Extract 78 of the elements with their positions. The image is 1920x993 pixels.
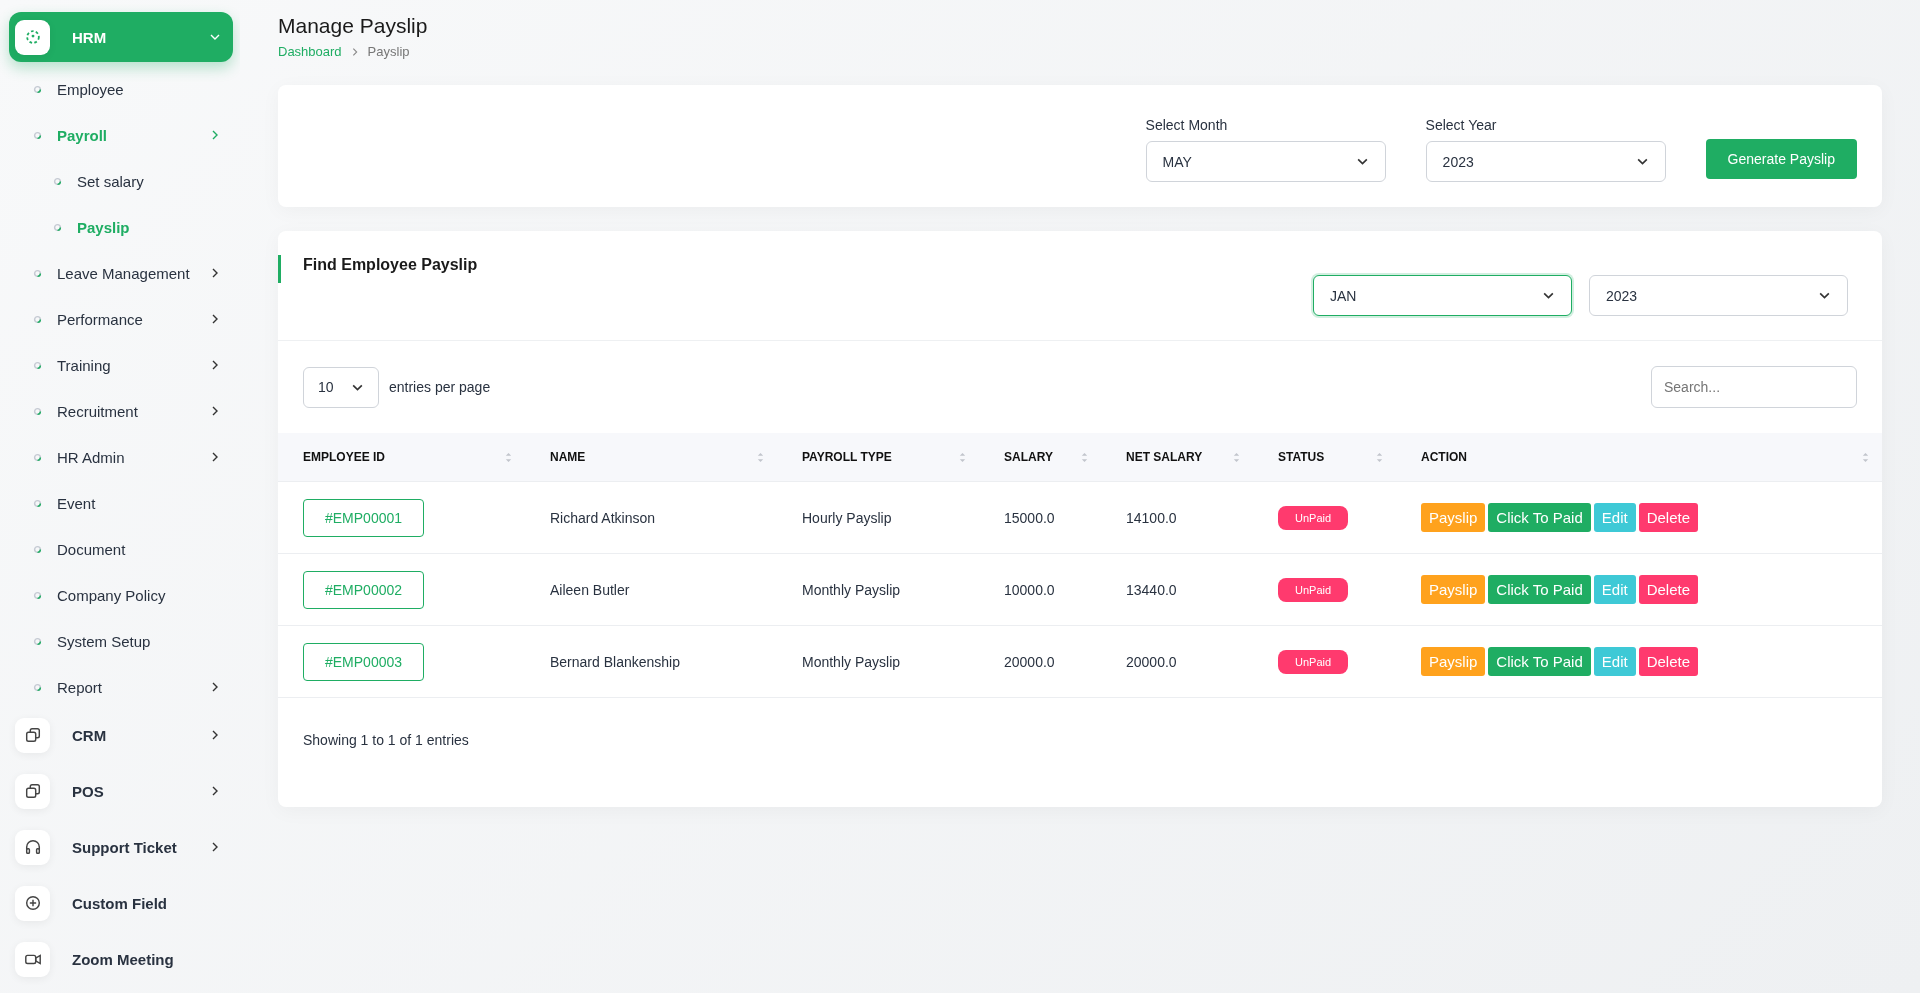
bullet-icon	[53, 222, 62, 232]
bullet-icon	[33, 406, 42, 416]
layers-icon	[23, 782, 42, 800]
month-select[interactable]: MAY	[1145, 141, 1386, 182]
sort-icon	[1232, 450, 1241, 464]
sidebar-item[interactable]: Company Policy	[9, 572, 221, 618]
table-cell: Aileen Butler	[525, 553, 777, 626]
card-title: Find Employee Payslip	[278, 255, 478, 283]
sort-icon	[958, 450, 967, 464]
bullet-icon	[33, 636, 42, 646]
status-badge: UnPaid	[1278, 577, 1349, 602]
entries-select[interactable]: 10	[303, 366, 379, 408]
breadcrumb-current: Payslip	[367, 44, 410, 59]
bullet-icon	[33, 544, 42, 554]
table-cell: 13440.0	[1101, 553, 1253, 626]
table-cell: Monthly Payslip	[777, 553, 979, 626]
sort-icon	[1375, 450, 1384, 464]
table-cell: 10000.0	[979, 553, 1101, 626]
plus-circle-icon	[23, 894, 42, 912]
sidebar-module[interactable]: Zoom Meeting	[9, 934, 233, 984]
sidebar-item[interactable]: Training	[9, 342, 221, 388]
bullet-icon	[33, 452, 42, 462]
bullet-icon	[33, 84, 42, 94]
column-header[interactable]: STATUS	[1253, 433, 1396, 482]
sidebar-item[interactable]: Set salary	[9, 158, 221, 204]
entries-info: Showing 1 to 1 of 1 entries	[302, 731, 470, 748]
layers-icon	[23, 726, 42, 744]
sidebar-item[interactable]: Leave Management	[9, 250, 221, 296]
dashed-circle-icon	[23, 28, 42, 46]
sort-icon	[756, 450, 765, 464]
sidebar-module[interactable]: CRM	[9, 710, 233, 760]
bullet-icon	[33, 590, 42, 600]
column-header[interactable]: NAME	[525, 433, 777, 482]
sidebar-module[interactable]: Custom Field	[9, 878, 233, 928]
bullet-icon	[33, 268, 42, 278]
sidebar-item[interactable]: Recruitment	[9, 388, 221, 434]
bullet-icon	[53, 176, 62, 186]
search-field[interactable]: Search...	[1651, 366, 1857, 408]
sort-icon	[504, 450, 513, 464]
table-cell: 14100.0	[1101, 481, 1253, 554]
bullet-icon	[33, 682, 42, 692]
year-select[interactable]: 2023	[1425, 141, 1666, 182]
status-badge: UnPaid	[1278, 649, 1349, 674]
sidebar-module[interactable]: POS	[9, 766, 233, 816]
status-badge: UnPaid	[1278, 505, 1349, 530]
filter-select[interactable]: 2023	[1589, 275, 1848, 316]
column-header[interactable]: ACTION	[1396, 433, 1882, 482]
filter-select[interactable]: JAN	[1313, 275, 1572, 316]
column-header[interactable]: PAYROLL TYPE	[777, 433, 979, 482]
field-label: Select Year	[1425, 117, 1498, 133]
table-cell: 20000.0	[979, 625, 1101, 698]
table-cell: 15000.0	[979, 481, 1101, 554]
table-cell: Bernard Blankenship	[525, 625, 777, 698]
sort-icon	[1080, 450, 1089, 464]
sidebar-item[interactable]: HR Admin	[9, 434, 221, 480]
column-header[interactable]: NET SALARY	[1101, 433, 1253, 482]
entries-label: entries per page	[389, 379, 492, 395]
bullet-icon	[33, 130, 42, 140]
page-title: Manage Payslip	[278, 14, 429, 38]
table-cell: Richard Atkinson	[525, 481, 777, 554]
headphones-icon	[23, 838, 42, 856]
field-label: Select Month	[1145, 117, 1229, 133]
sidebar-item[interactable]: Report	[9, 664, 221, 710]
sidebar-module[interactable]: Support Ticket	[9, 822, 233, 872]
table-cell: Monthly Payslip	[777, 625, 979, 698]
table-cell: Hourly Payslip	[777, 481, 979, 554]
table-cell: 20000.0	[1101, 625, 1253, 698]
sidebar-item[interactable]: Document	[9, 526, 221, 572]
column-header[interactable]: EMPLOYEE ID	[278, 433, 525, 482]
bullet-icon	[33, 498, 42, 508]
bullet-icon	[33, 314, 42, 324]
column-header[interactable]: SALARY	[979, 433, 1101, 482]
sidebar-item[interactable]: Employee	[9, 66, 221, 112]
sidebar-item[interactable]: Performance	[9, 296, 221, 342]
bullet-icon	[33, 360, 42, 370]
sort-icon	[1861, 450, 1870, 464]
sidebar-item[interactable]: System Setup	[9, 618, 221, 664]
sidebar-item[interactable]: Event	[9, 480, 221, 526]
